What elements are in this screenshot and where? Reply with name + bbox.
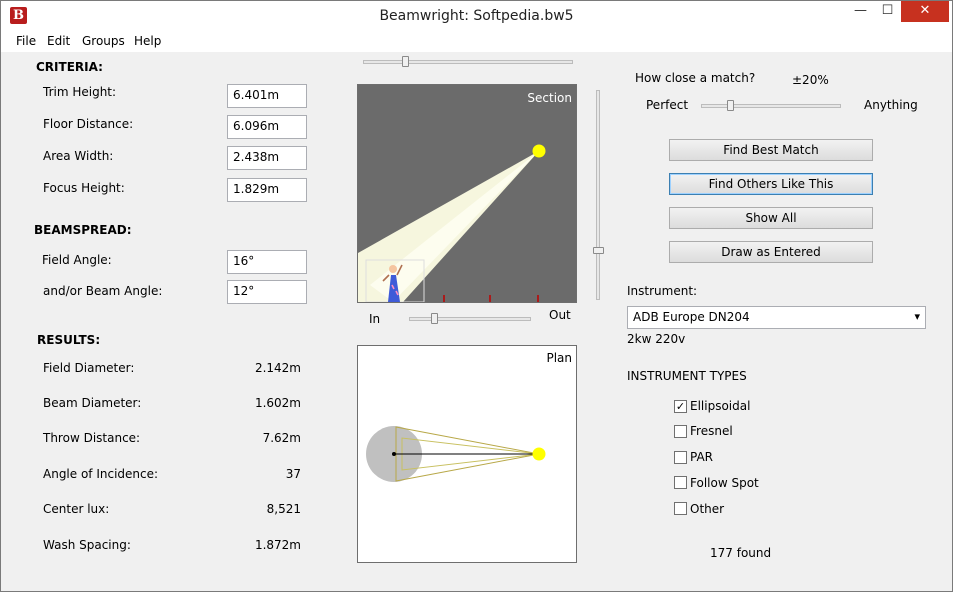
results-heading: RESULTS: bbox=[37, 333, 101, 347]
checkbox-other-label: Other bbox=[690, 502, 725, 516]
beam-angle-label: and/or Beam Angle: bbox=[43, 284, 163, 298]
floor-distance-label: Floor Distance: bbox=[43, 117, 134, 131]
beam-angle-input[interactable]: 12° bbox=[227, 280, 307, 304]
throw-distance-label: Throw Distance: bbox=[43, 431, 141, 445]
criteria-heading: CRITERIA: bbox=[36, 60, 103, 74]
checkbox-other[interactable] bbox=[674, 502, 687, 515]
main-client-area: CRITERIA: Trim Height: 6.401m Floor Dist… bbox=[0, 52, 953, 592]
checkbox-fresnel[interactable] bbox=[674, 425, 687, 438]
trim-height-label: Trim Height: bbox=[43, 85, 117, 99]
checkbox-follow-spot[interactable] bbox=[674, 476, 687, 489]
show-all-button[interactable]: Show All bbox=[669, 207, 873, 229]
instrument-spec: 2kw 220v bbox=[627, 332, 686, 346]
section-pan-slider-track[interactable] bbox=[363, 60, 573, 64]
field-angle-input[interactable]: 16° bbox=[227, 250, 307, 274]
section-light-source bbox=[532, 144, 546, 158]
match-tolerance: ±20% bbox=[792, 73, 829, 87]
found-count: 177 found bbox=[710, 546, 772, 560]
center-lux-label: Center lux: bbox=[43, 502, 110, 516]
beamspread-heading: BEAMSPREAD: bbox=[34, 223, 132, 237]
menu-edit[interactable]: Edit bbox=[47, 34, 70, 48]
menu-bar: File Edit Groups Help bbox=[0, 31, 953, 52]
match-perfect-label: Perfect bbox=[646, 98, 689, 112]
floor-distance-input[interactable]: 6.096m bbox=[227, 115, 307, 139]
instrument-label: Instrument: bbox=[627, 284, 698, 298]
focus-height-input[interactable]: 1.829m bbox=[227, 178, 307, 202]
draw-as-entered-button[interactable]: Draw as Entered bbox=[669, 241, 873, 263]
angle-of-incidence-label: Angle of Incidence: bbox=[43, 467, 159, 481]
minimize-button[interactable]: — bbox=[847, 1, 874, 22]
match-question: How close a match? bbox=[635, 71, 756, 85]
checkbox-ellipsoidal-label: Ellipsoidal bbox=[690, 399, 751, 413]
checkbox-par[interactable] bbox=[674, 451, 687, 464]
chevron-down-icon: ▾ bbox=[914, 310, 920, 323]
check-icon: ✓ bbox=[675, 400, 686, 413]
area-width-label: Area Width: bbox=[43, 149, 114, 163]
window-title: Beamwright: Softpedia.bw5 bbox=[379, 8, 574, 24]
plan-title: Plan bbox=[546, 351, 572, 365]
wash-spacing-label: Wash Spacing: bbox=[43, 538, 131, 552]
checkbox-ellipsoidal[interactable]: ✓ bbox=[674, 400, 687, 413]
section-height-slider-thumb[interactable] bbox=[593, 247, 604, 254]
instrument-selected-value: ADB Europe DN204 bbox=[633, 310, 750, 324]
checkbox-follow-spot-label: Follow Spot bbox=[690, 476, 759, 490]
beam-diameter-value: 1.602m bbox=[254, 396, 301, 410]
menu-help[interactable]: Help bbox=[134, 34, 161, 48]
section-diagram bbox=[358, 144, 546, 302]
center-lux-value: 8,521 bbox=[266, 502, 301, 516]
instrument-select[interactable]: ADB Europe DN204 ▾ bbox=[627, 306, 926, 329]
zoom-out-label: Out bbox=[549, 308, 571, 322]
angle-of-incidence-value: 37 bbox=[285, 467, 301, 481]
match-slider-thumb[interactable] bbox=[727, 100, 734, 111]
maximize-button[interactable]: ☐ bbox=[874, 1, 901, 22]
match-anything-label: Anything bbox=[864, 98, 918, 112]
trim-height-input[interactable]: 6.401m bbox=[227, 84, 307, 108]
plan-diagram bbox=[366, 426, 546, 482]
area-width-input[interactable]: 2.438m bbox=[227, 146, 307, 170]
focus-height-label: Focus Height: bbox=[43, 181, 125, 195]
close-button[interactable]: ✕ bbox=[901, 1, 949, 22]
section-pan-slider-thumb[interactable] bbox=[402, 56, 409, 67]
zoom-in-label: In bbox=[369, 312, 381, 326]
beam-diameter-label: Beam Diameter: bbox=[43, 396, 142, 410]
checkbox-par-label: PAR bbox=[690, 450, 714, 464]
zoom-slider-track[interactable] bbox=[409, 317, 531, 321]
menu-groups[interactable]: Groups bbox=[82, 34, 125, 48]
find-others-button[interactable]: Find Others Like This bbox=[669, 173, 873, 195]
checkbox-fresnel-label: Fresnel bbox=[690, 424, 733, 438]
field-diameter-label: Field Diameter: bbox=[43, 361, 135, 375]
throw-distance-value: 7.62m bbox=[262, 431, 301, 445]
match-slider-track[interactable] bbox=[701, 104, 841, 108]
field-angle-label: Field Angle: bbox=[42, 253, 112, 267]
instrument-types-heading: INSTRUMENT TYPES bbox=[627, 369, 747, 383]
section-title: Section bbox=[527, 91, 572, 105]
zoom-slider-thumb[interactable] bbox=[431, 313, 438, 324]
plan-view: Plan bbox=[357, 345, 577, 563]
section-view: Section bbox=[357, 84, 577, 303]
section-height-slider-track[interactable] bbox=[596, 90, 600, 300]
title-bar: B Beamwright: Softpedia.bw5 — ☐ ✕ bbox=[0, 0, 953, 31]
find-best-match-button[interactable]: Find Best Match bbox=[669, 139, 873, 161]
wash-spacing-value: 1.872m bbox=[254, 538, 301, 552]
menu-file[interactable]: File bbox=[16, 34, 36, 48]
plan-focus-point bbox=[392, 452, 396, 456]
field-diameter-value: 2.142m bbox=[254, 361, 301, 375]
plan-light-source bbox=[532, 447, 546, 461]
